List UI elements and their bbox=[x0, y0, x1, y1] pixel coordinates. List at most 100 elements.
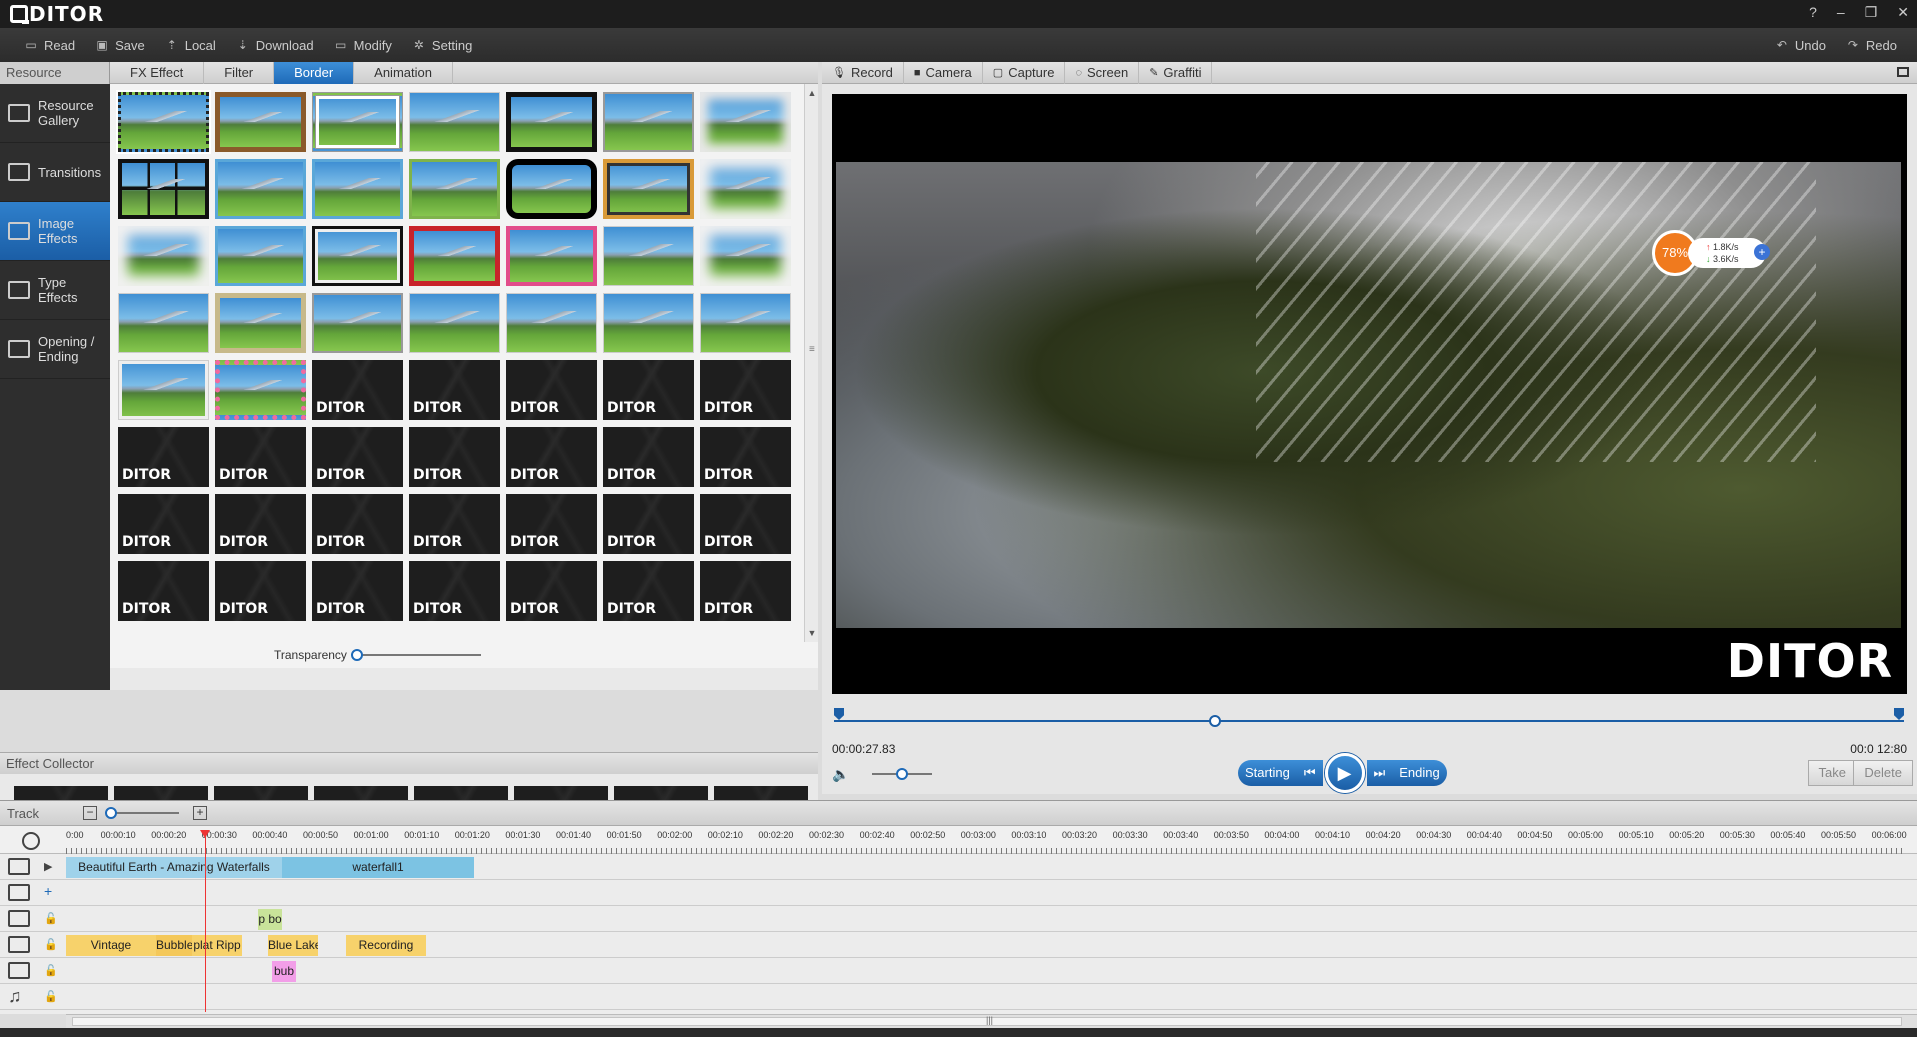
restore-icon[interactable]: ❐ bbox=[1865, 4, 1878, 21]
add-track-icon[interactable]: + bbox=[44, 883, 52, 899]
border-thumbnail[interactable]: DITOR bbox=[506, 427, 597, 487]
border-thumbnail[interactable] bbox=[700, 159, 791, 219]
tab-camera[interactable]: ■ Camera bbox=[904, 62, 983, 84]
volume-knob[interactable] bbox=[896, 768, 908, 780]
sidebar-item-transitions[interactable]: Transitions bbox=[0, 143, 110, 202]
tab-filter[interactable]: Filter bbox=[204, 62, 275, 84]
border-thumbnail[interactable] bbox=[506, 226, 597, 286]
border-thumbnail[interactable] bbox=[506, 159, 597, 219]
previous-icon[interactable]: ⏮ bbox=[1296, 760, 1323, 786]
effect-clip[interactable]: Bubble bbox=[156, 935, 192, 956]
tab-animation[interactable]: Animation bbox=[354, 62, 453, 84]
border-thumbnail[interactable]: DITOR bbox=[603, 494, 694, 554]
transparency-slider[interactable] bbox=[350, 649, 481, 661]
effect-clip[interactable]: Vintage bbox=[66, 935, 156, 956]
starting-button[interactable]: Starting bbox=[1238, 760, 1297, 786]
border-thumbnail[interactable] bbox=[116, 90, 211, 154]
seek-bar[interactable] bbox=[834, 708, 1904, 728]
tab-fx-effect[interactable]: FX Effect bbox=[110, 62, 205, 84]
border-thumbnail[interactable] bbox=[215, 293, 306, 353]
border-thumbnail[interactable]: DITOR bbox=[118, 427, 209, 487]
border-thumbnail[interactable]: DITOR bbox=[409, 561, 500, 621]
modify-button[interactable]: ▭ Modify bbox=[324, 30, 402, 60]
help-icon[interactable]: ? bbox=[1809, 4, 1817, 21]
border-thumbnail[interactable]: DITOR bbox=[118, 561, 209, 621]
border-thumbnail[interactable] bbox=[215, 92, 306, 152]
border-thumbnail[interactable]: DITOR bbox=[700, 360, 791, 420]
timeline-scrollbar[interactable]: ||| bbox=[66, 1014, 1917, 1028]
lock-icon[interactable]: 🔓 bbox=[44, 990, 58, 1003]
scroll-down-icon[interactable]: ▼ bbox=[807, 628, 817, 638]
border-thumbnail[interactable] bbox=[409, 92, 500, 152]
border-thumbnail[interactable]: DITOR bbox=[603, 360, 694, 420]
volume-slider[interactable] bbox=[872, 768, 932, 780]
play-button[interactable]: ▶ bbox=[1324, 753, 1365, 793]
transition-clip[interactable]: p bo bbox=[258, 909, 282, 930]
border-thumbnail[interactable] bbox=[603, 226, 694, 286]
border-thumbnail[interactable]: DITOR bbox=[506, 360, 597, 420]
expand-icon[interactable]: ▶ bbox=[44, 860, 52, 873]
border-thumbnail[interactable]: DITOR bbox=[215, 494, 306, 554]
next-icon[interactable]: ⏭ bbox=[1366, 760, 1393, 786]
border-thumbnail[interactable]: DITOR bbox=[506, 494, 597, 554]
border-thumbnail[interactable] bbox=[215, 360, 306, 420]
border-thumbnail[interactable] bbox=[409, 226, 500, 286]
lock-icon[interactable]: 🔓 bbox=[44, 912, 58, 925]
scroll-up-icon[interactable]: ▲ bbox=[807, 88, 817, 98]
border-thumbnail[interactable] bbox=[700, 226, 791, 286]
border-thumbnail[interactable] bbox=[506, 293, 597, 353]
video-clip[interactable]: waterfall1 bbox=[282, 857, 474, 878]
effect-clip[interactable]: Blue Lake bbox=[268, 935, 318, 956]
border-thumbnail[interactable]: DITOR bbox=[215, 427, 306, 487]
tab-border[interactable]: Border bbox=[274, 62, 355, 84]
border-thumbnail[interactable]: DITOR bbox=[700, 494, 791, 554]
scroll-grip-icon[interactable]: ≡ bbox=[809, 344, 815, 355]
border-thumbnail[interactable]: DITOR bbox=[409, 427, 500, 487]
border-thumbnail[interactable]: DITOR bbox=[603, 561, 694, 621]
border-thumbnail[interactable] bbox=[215, 226, 306, 286]
border-thumbnail[interactable]: DITOR bbox=[215, 561, 306, 621]
border-thumbnail[interactable] bbox=[118, 360, 209, 420]
save-button[interactable]: ▣ Save bbox=[85, 30, 155, 60]
sidebar-item-image-effects[interactable]: Image Effects bbox=[0, 202, 110, 261]
border-thumbnail[interactable] bbox=[506, 92, 597, 152]
scroll-grip-icon[interactable]: ||| bbox=[986, 1015, 993, 1025]
seek-knob[interactable] bbox=[1208, 715, 1221, 727]
setting-button[interactable]: ✲ Setting bbox=[402, 30, 482, 60]
border-thumbnail[interactable] bbox=[409, 293, 500, 353]
network-plus-icon[interactable]: + bbox=[1754, 244, 1770, 260]
zoom-out-button[interactable]: − bbox=[83, 806, 98, 820]
border-thumbnail[interactable] bbox=[312, 92, 403, 152]
type-clip[interactable]: bub bbox=[272, 961, 296, 982]
border-thumbnail[interactable] bbox=[409, 159, 500, 219]
sidebar-item-opening-ending[interactable]: Opening / Ending bbox=[0, 320, 110, 379]
tab-screen[interactable]: ◌ Screen bbox=[1065, 62, 1140, 84]
border-thumbnail[interactable] bbox=[312, 159, 403, 219]
video-clip[interactable]: Beautiful Earth - Amazing Waterfalls bbox=[66, 857, 282, 878]
zoom-knob[interactable] bbox=[104, 807, 117, 819]
border-thumbnail[interactable]: DITOR bbox=[506, 561, 597, 621]
border-thumbnail[interactable] bbox=[312, 293, 403, 353]
border-thumbnail[interactable] bbox=[700, 92, 791, 152]
start-marker[interactable] bbox=[834, 708, 844, 720]
redo-button[interactable]: ↷ Redo bbox=[1836, 30, 1907, 60]
border-thumbnail[interactable] bbox=[603, 159, 694, 219]
tab-capture[interactable]: ▢ Capture bbox=[983, 62, 1066, 84]
sidebar-item-resource-gallery[interactable]: Resource Gallery bbox=[0, 84, 110, 143]
border-thumbnail[interactable]: DITOR bbox=[700, 561, 791, 621]
effect-clip[interactable]: plat Ripp bbox=[192, 935, 242, 956]
border-thumbnail[interactable] bbox=[603, 293, 694, 353]
border-thumbnail[interactable] bbox=[118, 159, 209, 219]
tab-record[interactable]: 🎙 Record bbox=[822, 62, 904, 84]
download-button[interactable]: ⇣ Download bbox=[226, 30, 324, 60]
undo-button[interactable]: ↶ Undo bbox=[1765, 30, 1836, 60]
border-thumbnail[interactable]: DITOR bbox=[700, 427, 791, 487]
local-button[interactable]: ⇡ Local bbox=[155, 30, 226, 60]
border-thumbnail[interactable]: DITOR bbox=[312, 360, 403, 420]
border-thumbnail[interactable]: DITOR bbox=[409, 360, 500, 420]
border-thumbnail[interactable] bbox=[215, 159, 306, 219]
close-icon[interactable]: ✕ bbox=[1897, 4, 1909, 21]
effect-clip[interactable]: Recording bbox=[346, 935, 426, 956]
read-button[interactable]: ▭ Read bbox=[14, 30, 85, 60]
border-thumbnail[interactable]: DITOR bbox=[409, 494, 500, 554]
